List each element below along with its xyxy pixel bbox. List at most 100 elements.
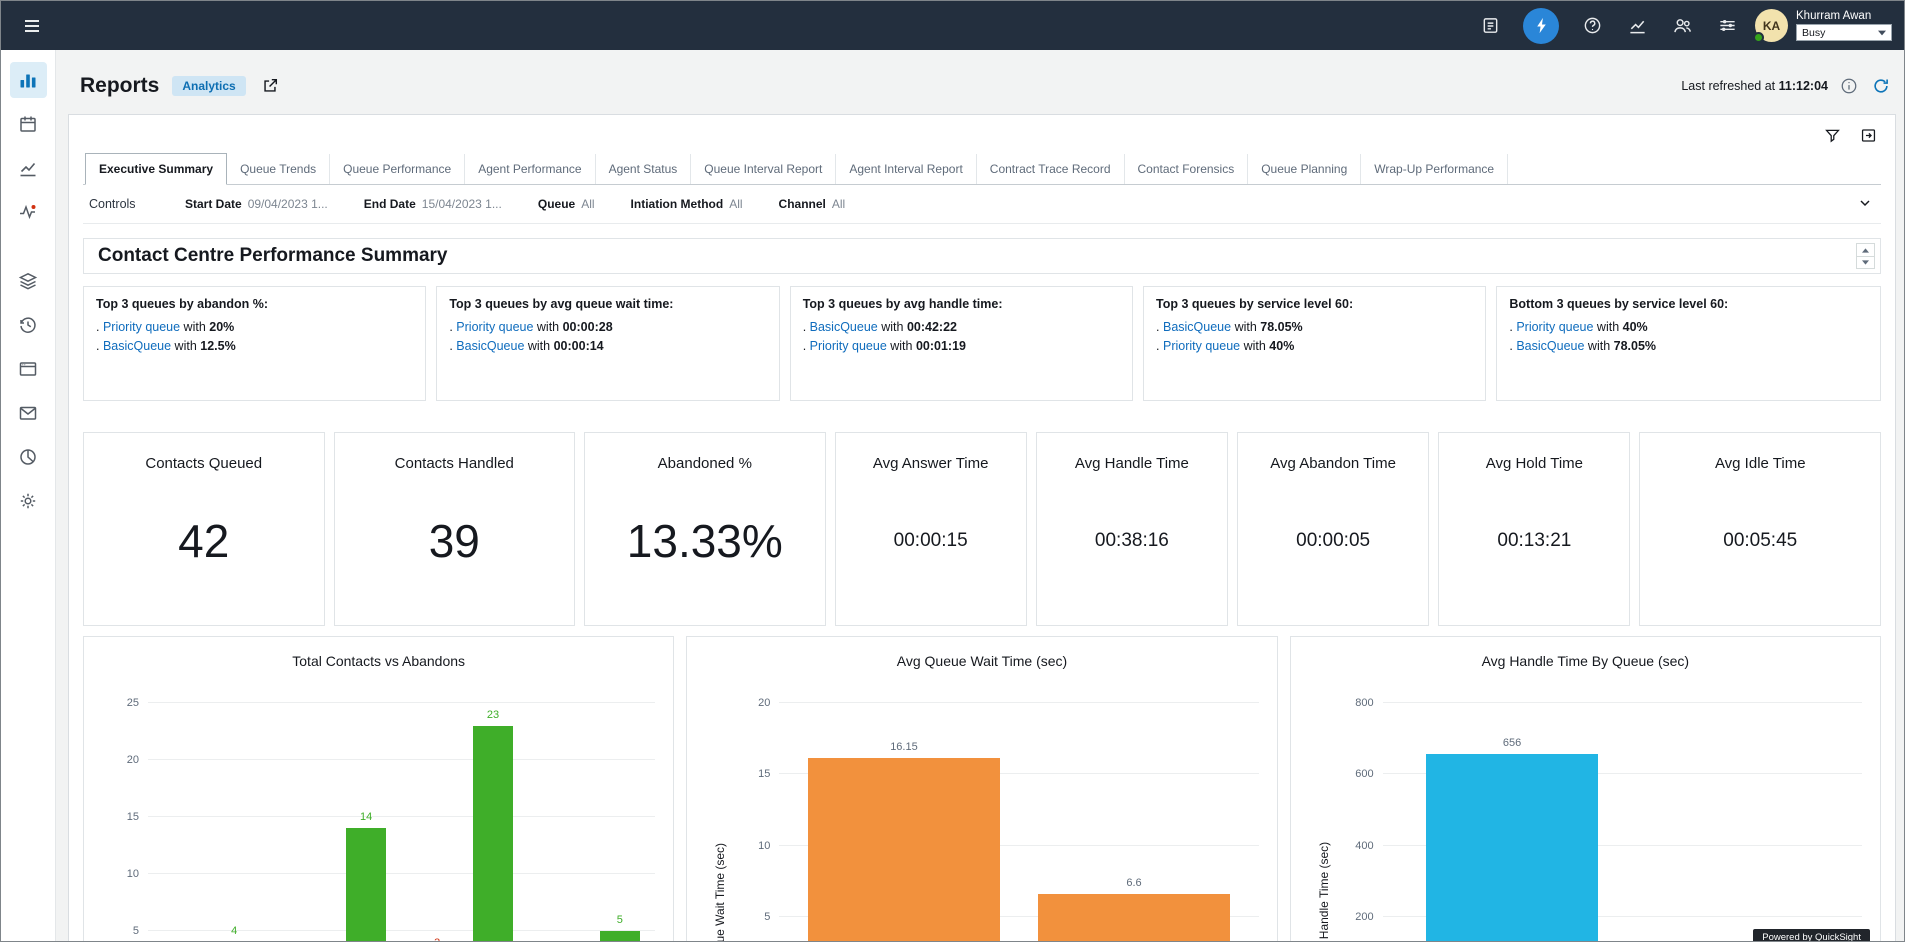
sidebar-item-line-chart[interactable] [10,150,47,186]
y-tick-label: 15 [758,768,770,780]
sidebar-item-pulse[interactable] [10,194,47,230]
help-icon[interactable] [1580,14,1604,38]
summary-card-title: Top 3 queues by abandon %: [96,297,413,311]
controls-collapse-icon[interactable] [1855,194,1875,214]
summary-card-item: . Priority queue with 40% [1509,318,1868,337]
sliders-icon[interactable] [1715,14,1739,38]
tab-queue-performance[interactable]: Queue Performance [330,154,465,184]
metric-value: 40% [1269,339,1294,353]
sidebar-item-history[interactable] [10,307,47,343]
filter-label: Queue [538,197,575,211]
queue-link[interactable]: BasicQueue [810,320,878,334]
tab-wrap-up-performance[interactable]: Wrap-Up Performance [1361,154,1508,184]
chart-plot: 5101520254143235 [148,703,655,942]
page-title: Reports [80,74,159,98]
kpi-row: Contacts Queued42Contacts Handled39Aband… [83,432,1881,626]
bullet: . [1156,339,1163,353]
spinner-down-icon[interactable] [1857,256,1874,268]
status-dot-icon [1753,32,1764,43]
bullet: . [96,339,103,353]
bar-value-label: 14 [360,811,372,823]
info-icon[interactable] [1838,75,1860,97]
maximize-icon[interactable] [1859,127,1877,145]
kpi-label: Avg Answer Time [873,455,989,472]
tab-agent-performance[interactable]: Agent Performance [465,154,595,184]
line-chart-icon[interactable] [1625,14,1649,38]
bar-avg-queue-wait-time[interactable] [808,758,1000,942]
filter-start-date[interactable]: Start Date 09/04/2023 1... [185,197,328,211]
filter-label: Start Date [185,197,242,211]
notes-icon[interactable] [1478,14,1502,38]
filter-value: All [729,197,742,211]
queue-link[interactable]: BasicQueue [456,339,524,353]
tab-contract-trace-record[interactable]: Contract Trace Record [977,154,1125,184]
kpi-label: Contacts Handled [395,455,514,472]
queue-link[interactable]: Priority queue [810,339,887,353]
last-refreshed: Last refreshed at 11:12:04 [1681,79,1828,93]
queue-link[interactable]: Priority queue [103,320,180,334]
summary-card-top-3-queues-by-service-level-60: Top 3 queues by service level 60:. Basic… [1143,286,1486,401]
tab-queue-interval-report[interactable]: Queue Interval Report [691,154,836,184]
chart-plot: 510152016.156.6 [779,703,1258,942]
bar-avg-queue-wait-time[interactable] [1038,894,1230,942]
queue-link[interactable]: BasicQueue [1163,320,1231,334]
sidebar-item-calendar[interactable] [10,106,47,142]
tab-executive-summary[interactable]: Executive Summary [85,153,227,185]
kpi-label: Avg Handle Time [1075,455,1189,472]
kpi-card-avg-answer-time: Avg Answer Time00:00:15 [835,432,1027,626]
metric-value: 12.5% [200,339,235,353]
tab-contact-forensics[interactable]: Contact Forensics [1125,154,1249,184]
kpi-card-avg-idle-time: Avg Idle Time00:05:45 [1639,432,1881,626]
bar-contacts[interactable] [600,931,641,942]
status-select[interactable]: Busy [1796,24,1892,41]
kpi-value: 00:13:21 [1497,472,1571,625]
flash-icon[interactable] [1523,8,1559,44]
filter-channel[interactable]: ChannelAll [779,197,846,211]
y-tick-label: 20 [758,697,770,709]
summary-card-title: Top 3 queues by avg handle time: [803,297,1120,311]
external-link-icon[interactable] [259,75,281,97]
spinner-up-icon[interactable] [1857,244,1874,256]
sidebar-item-window[interactable] [10,351,47,387]
kpi-card-avg-handle-time: Avg Handle Time00:38:16 [1036,432,1228,626]
avatar[interactable]: KA [1755,9,1788,42]
filter-icon[interactable] [1823,127,1841,145]
users-icon[interactable] [1670,14,1694,38]
metric-value: 78.05% [1260,320,1302,334]
bar-contacts[interactable] [346,828,387,942]
queue-link[interactable]: Priority queue [456,320,533,334]
queue-link[interactable]: Priority queue [1516,320,1593,334]
summary-card-title: Top 3 queues by service level 60: [1156,297,1473,311]
bar-avg-handle-time[interactable] [1426,754,1599,942]
filter-intiation-method[interactable]: Intiation MethodAll [631,197,743,211]
topbar-icons [1478,8,1739,44]
filter-value: 09/04/2023 1... [248,197,328,211]
metric-value: 78.05% [1614,339,1656,353]
queue-link[interactable]: BasicQueue [103,339,171,353]
tab-queue-planning[interactable]: Queue Planning [1248,154,1361,184]
chevron-down-icon [1878,27,1886,39]
kpi-value: 42 [178,472,229,625]
queue-link[interactable]: BasicQueue [1516,339,1584,353]
queue-link[interactable]: Priority queue [1163,339,1240,353]
gridline [148,759,655,760]
filter-queue[interactable]: QueueAll [538,197,595,211]
filter-end-date[interactable]: End Date15/04/2023 1... [364,197,502,211]
tab-queue-trends[interactable]: Queue Trends [227,154,330,184]
y-tick-label: 800 [1355,697,1373,709]
kpi-label: Contacts Queued [145,455,262,472]
menu-icon[interactable] [15,9,49,43]
summary-card-item: . BasicQueue with 78.05% [1509,337,1868,356]
sidebar-item-gear[interactable] [10,483,47,519]
tab-agent-status[interactable]: Agent Status [596,154,692,184]
kpi-card-avg-hold-time: Avg Hold Time00:13:21 [1438,432,1630,626]
sidebar-item-layers[interactable] [10,263,47,299]
bar-contacts[interactable] [473,726,514,942]
status-value: Busy [1802,27,1825,39]
sidebar-item-donut-chart[interactable] [10,439,47,475]
tab-agent-interval-report[interactable]: Agent Interval Report [836,154,976,184]
sidebar-item-bar-chart[interactable] [10,62,47,98]
chart-title: Total Contacts vs Abandons [84,653,673,669]
refresh-icon[interactable] [1870,75,1892,97]
sidebar-item-mail[interactable] [10,395,47,431]
